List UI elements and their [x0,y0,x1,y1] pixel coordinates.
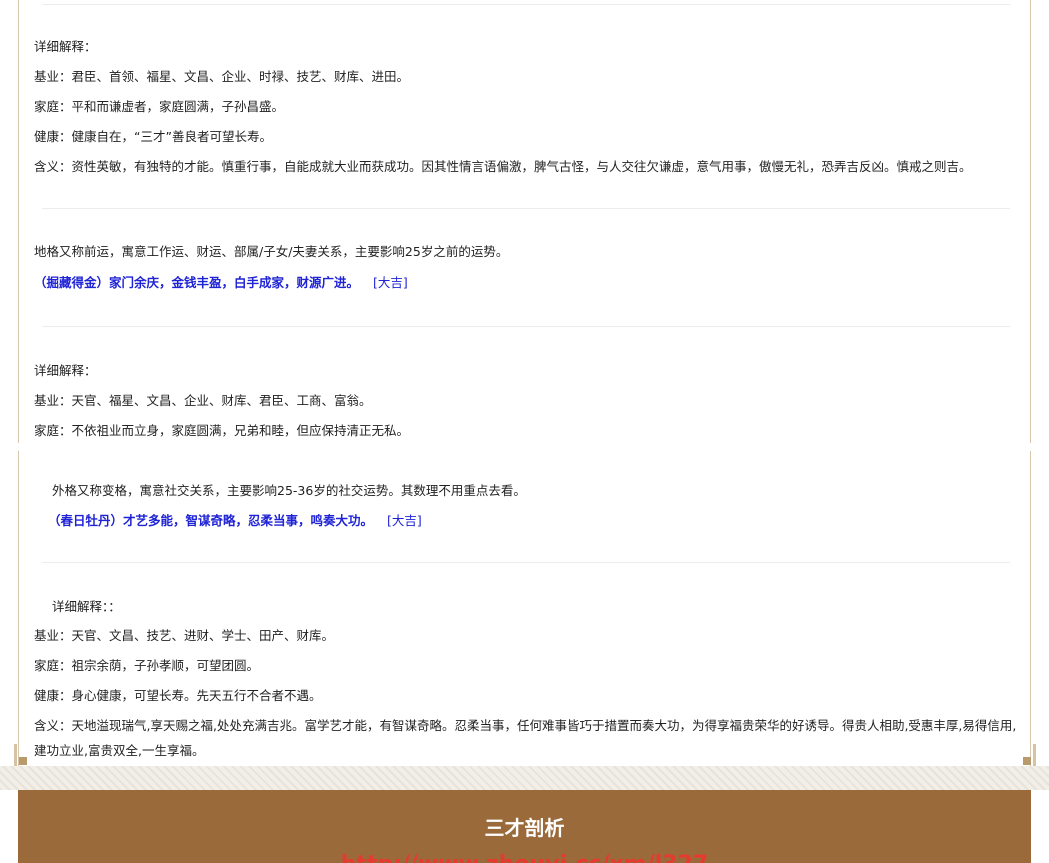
divider [42,4,1010,5]
watermark-url: http://www.zhouyi.cc/xm/l327 [18,850,1031,863]
detail-label: 详细解释： [34,363,97,378]
waige-rating: [大吉] [387,513,422,528]
detail-career: 基业：君臣、首领、福星、文昌、企业、时禄、技艺、财库、进田。 [34,69,410,84]
detail-meaning: 含义：天地溢现瑞气,享天赐之福,处处充满吉兆。富学艺才能，有智谋奇略。忍柔当事，… [34,718,1017,758]
detail-meaning: 含义：资性英敏，有独特的才能。慎重行事，自能成就大业而获成功。因其性情言语偏激，… [34,159,972,174]
detail-family: 家庭：平和而谦虚者，家庭圆满，子孙昌盛。 [34,99,285,114]
detail-family: 家庭：祖宗余荫，子孙孝顺，可望团圆。 [34,658,260,673]
section-header-banner: 三才剖析 http://www.zhouyi.cc/xm/l327 [18,790,1031,863]
detail-health: 健康：身心健康，可望长寿。先天五行不合者不遇。 [34,688,322,703]
content-frame-left [18,0,19,768]
waige-intro: 外格又称变格，寓意社交关系，主要影响25-36岁的社交运势。其数理不用重点去看。 [52,483,526,498]
waige-verse-line: （春日牡丹）才艺多能，智谋奇略，忍柔当事，鸣奏大功。 [大吉] [48,513,422,529]
dige-rating: [大吉] [373,275,408,290]
detail-career: 基业：天官、文昌、技艺、进财、学士、田产、财库。 [34,628,335,643]
screenshot-seam [0,443,1049,451]
detail-health: 健康：健康自在，“三才”善良者可望长寿。 [34,129,272,144]
detail-family: 家庭：不依祖业而立身，家庭圆满，兄弟和睦，但应保持清正无私。 [34,423,410,438]
dige-verse: （掘藏得金）家门余庆，金钱丰盈，白手成家，财源广进。 [34,275,360,290]
section-header-title: 三才剖析 [484,816,565,840]
paper-texture-band [0,766,1049,790]
divider [42,208,1010,209]
content-frame-right [1030,0,1031,768]
divider [42,326,1010,327]
dige-verse-line: （掘藏得金）家门余庆，金钱丰盈，白手成家，财源广进。 [大吉] [34,275,408,291]
detail-label: 详细解释： [34,39,97,54]
waige-verse: （春日牡丹）才艺多能，智谋奇略，忍柔当事，鸣奏大功。 [48,513,374,528]
detail-career: 基业：天官、福星、文昌、企业、财库、君臣、工商、富翁。 [34,393,372,408]
detail-label: 详细解释：： [52,599,121,614]
divider [42,562,1010,563]
dige-intro: 地格又称前运，寓意工作运、财运、部属/子女/夫妻关系，主要影响25岁之前的运势。 [34,244,509,259]
